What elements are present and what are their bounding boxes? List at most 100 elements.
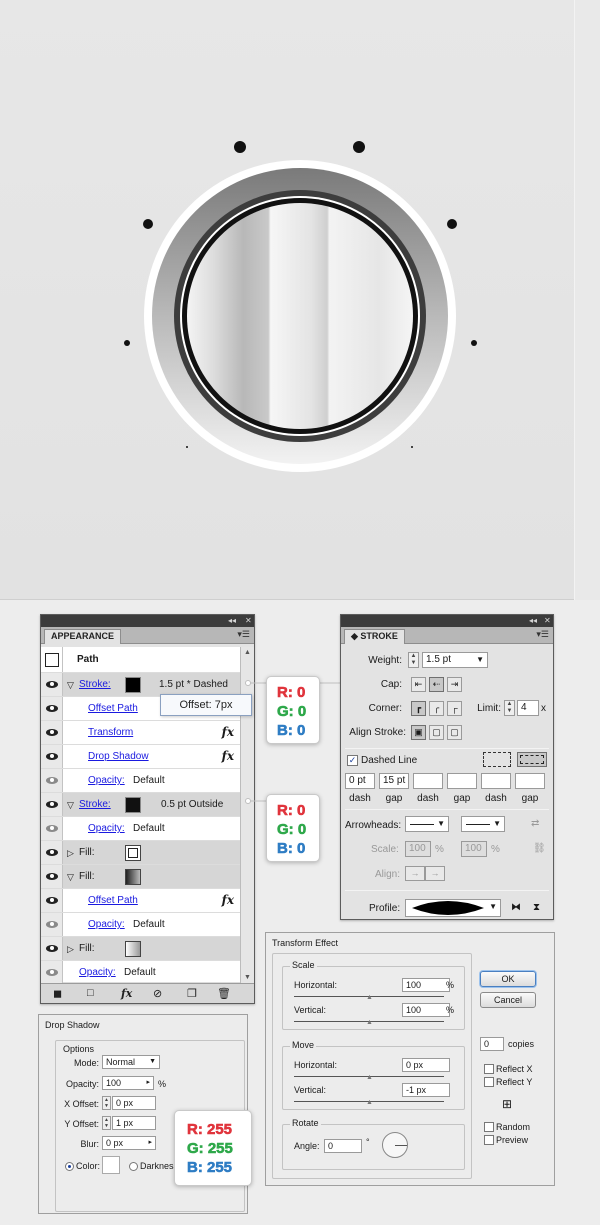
slider-thumb[interactable]: ▲ [366,1099,373,1106]
bevel-join-button[interactable]: ┌ [447,701,462,716]
angle-field[interactable]: 0 [324,1139,362,1153]
preview-checkbox[interactable] [484,1135,494,1145]
panel-titlebar[interactable]: ◂◂ ✕ [341,615,553,627]
width-profile-select[interactable]: ▼ [405,899,501,917]
rotate-group-label: Rotate [290,1118,321,1128]
end-scale-field[interactable]: 100 [461,841,487,857]
divider [345,748,549,749]
gap-field-3[interactable] [515,773,545,789]
x-offset-label: X Offset: [64,1099,99,1109]
x-offset-field[interactable]: 0 px [112,1096,156,1110]
flip-along-icon[interactable]: ⧓ [511,902,521,913]
projecting-cap-button[interactable]: ⇥ [447,677,462,692]
slider-thumb[interactable]: ▲ [366,1019,373,1026]
round-join-button[interactable]: ╭ [429,701,444,716]
panel-menu-icon[interactable]: ▾☰ [536,629,549,640]
profile-label: Profile: [369,903,401,914]
reflect-x-checkbox[interactable] [484,1064,494,1074]
limit-field[interactable]: 4 [517,700,539,716]
preserve-dash-button[interactable] [483,752,511,767]
chevron-down-icon: ▼ [437,819,445,828]
dash-field-3[interactable] [481,773,511,789]
preview-label: Preview [496,1135,529,1145]
weight-select[interactable]: 1.5 pt ▼ [422,652,488,668]
start-scale-field[interactable]: 100 [405,841,431,857]
rgb-blue-value: B: 255 [187,1159,233,1177]
scale-group-label: Scale [290,960,317,970]
flip-across-icon[interactable]: ⧗ [533,902,540,913]
color-radio[interactable] [65,1162,74,1171]
scale-horizontal-label: Horizontal: [294,980,338,990]
gap-label: gap [453,793,471,804]
arrow-tip-at-end-button[interactable]: → [425,866,445,881]
mode-select[interactable]: Normal ▼ [102,1055,160,1069]
opacity-field[interactable]: 100 ▸ [102,1076,154,1090]
y-offset-label: Y Offset: [64,1119,99,1129]
tab-stroke[interactable]: ◆ STROKE [344,629,405,644]
scale-horizontal-field[interactable]: 100 [402,978,450,992]
dash-label: dash [349,793,371,804]
scale-vertical-field[interactable]: 100 [402,1003,450,1017]
y-offset-stepper[interactable]: ▲ ▼ [102,1116,111,1130]
align-outside-button[interactable]: ▢ [447,725,462,740]
slider-thumb[interactable]: ▲ [366,1074,373,1081]
round-cap-button[interactable]: ⇠ [429,677,444,692]
divider [345,809,549,810]
move-horizontal-field[interactable]: 0 px [402,1058,450,1072]
move-vertical-label: Vertical: [294,1085,327,1095]
align-inside-button[interactable]: ▢ [429,725,444,740]
cancel-button[interactable]: Cancel [480,992,536,1008]
limit-stepper[interactable]: ▲ ▼ [504,700,515,716]
end-arrowhead-select[interactable]: ▼ [461,816,505,832]
y-offset-field[interactable]: 1 px [112,1116,156,1130]
mode-value: Normal [106,1057,136,1067]
rgb-green-value: G: 255 [187,1140,233,1158]
cap-label: Cap: [380,679,402,690]
rgb-red-value: R: 255 [187,1121,233,1139]
opacity-label: Opacity: [65,1079,99,1089]
stroke-panel: ◂◂ ✕ ◆ STROKE ▾☰ Weight: ▲ ▼ 1.5 pt ▼ Cap… [340,614,554,920]
move-vertical-field[interactable]: -1 px [402,1083,450,1097]
reference-point-icon[interactable]: ⊞ [502,1097,512,1111]
weight-label: Weight: [368,655,402,666]
rgb-red-value: R: 0 [277,802,306,820]
miter-join-button[interactable]: ┏ [411,701,426,716]
x-offset-stepper[interactable]: ▲ ▼ [102,1096,111,1110]
random-checkbox[interactable] [484,1122,494,1132]
align-dash-corners-button[interactable] [517,752,547,767]
rgb-callout: R: 255 G: 255 B: 255 [174,1110,252,1186]
darkness-radio[interactable] [129,1162,138,1171]
dash-field-1[interactable]: 0 pt [345,773,375,789]
weight-stepper[interactable]: ▲ ▼ [408,652,419,668]
dash-field-2[interactable] [413,773,443,789]
ok-button[interactable]: OK [480,971,536,987]
butt-cap-button[interactable]: ⇤ [411,677,426,692]
opacity-value: 100 [106,1078,122,1088]
rgb-green-value: G: 0 [277,821,307,839]
percent-label: % [446,980,455,990]
angle-dial[interactable] [382,1132,408,1158]
dashed-line-checkbox[interactable]: ✓ [347,755,358,766]
close-icon[interactable]: ✕ [544,615,551,627]
corner-label: Corner: [368,703,402,714]
arrow-tip-beyond-button[interactable]: → [405,866,425,881]
shadow-color-swatch[interactable] [102,1156,120,1174]
reflect-y-checkbox[interactable] [484,1077,494,1087]
gap-label: gap [521,793,539,804]
color-label: Color: [76,1161,101,1171]
gap-field-2[interactable] [447,773,477,789]
rgb-green-value: G: 0 [277,703,307,721]
angle-label: Angle: [294,1141,320,1151]
start-arrowhead-select[interactable]: ▼ [405,816,449,832]
swap-arrowheads-icon[interactable]: ⇄ [531,818,539,829]
chevron-down-icon: ▼ [493,819,501,828]
slider-thumb[interactable]: ▲ [366,994,373,1001]
align-center-button[interactable]: ▣ [411,725,426,740]
gap-field-1[interactable]: 15 pt [379,773,409,789]
copies-field[interactable]: 0 [480,1037,504,1051]
blur-field[interactable]: 0 px ▸ [102,1136,156,1150]
dash-label: dash [485,793,507,804]
rgb-red-value: R: 0 [277,684,306,702]
link-scale-icon[interactable]: ⛓ [533,843,546,854]
collapse-icon[interactable]: ◂◂ [529,615,537,627]
